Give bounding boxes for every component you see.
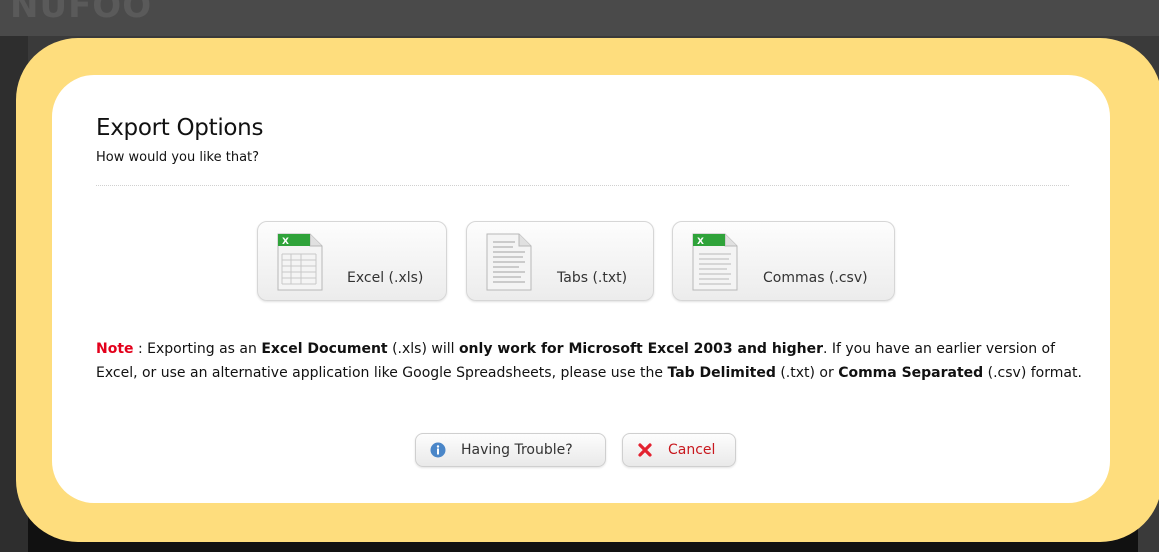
divider xyxy=(96,185,1069,186)
note-bold-comma-separated: Comma Separated xyxy=(838,365,984,381)
export-note: Note : Exporting as an Excel Document (.… xyxy=(96,337,1086,385)
background-logo: NUFOO xyxy=(10,0,153,26)
export-commas-label: Commas (.csv) xyxy=(763,270,868,286)
note-text-1: Exporting as an xyxy=(147,341,262,357)
export-excel-label: Excel (.xls) xyxy=(347,270,424,286)
having-trouble-label: Having Trouble? xyxy=(461,442,573,458)
dialog-subtitle: How would you like that? xyxy=(96,150,260,165)
export-options-dialog: Export Options How would you like that? … xyxy=(52,75,1110,503)
note-bold-excel-document: Excel Document xyxy=(261,341,388,357)
info-icon xyxy=(430,442,446,458)
cancel-label: Cancel xyxy=(668,442,716,458)
having-trouble-button[interactable]: Having Trouble? xyxy=(415,433,606,467)
text-file-icon xyxy=(486,233,532,291)
note-text-2: (.xls) will xyxy=(387,341,459,357)
note-text-4: (.txt) or xyxy=(775,365,839,381)
export-tabs-button[interactable]: Tabs (.txt) xyxy=(466,221,654,301)
close-x-icon xyxy=(638,443,652,457)
csv-file-icon: X xyxy=(692,233,738,291)
dialog-title: Export Options xyxy=(96,115,264,141)
note-bold-tab-delimited: Tab Delimited xyxy=(667,365,776,381)
export-excel-button[interactable]: X Excel (.xls) xyxy=(257,221,447,301)
svg-text:X: X xyxy=(697,237,704,247)
note-separator: : xyxy=(133,341,148,357)
export-commas-button[interactable]: X Commas (.csv) xyxy=(672,221,895,301)
excel-file-icon: X xyxy=(277,233,323,291)
cancel-button[interactable]: Cancel xyxy=(622,433,736,467)
note-text-5: (.csv) format. xyxy=(983,365,1082,381)
export-tabs-label: Tabs (.txt) xyxy=(557,270,628,286)
background-header: NUFOO xyxy=(0,0,1159,36)
svg-text:X: X xyxy=(282,237,289,247)
note-bold-requirement: only work for Microsoft Excel 2003 and h… xyxy=(458,341,823,357)
note-label: Note xyxy=(96,341,134,357)
